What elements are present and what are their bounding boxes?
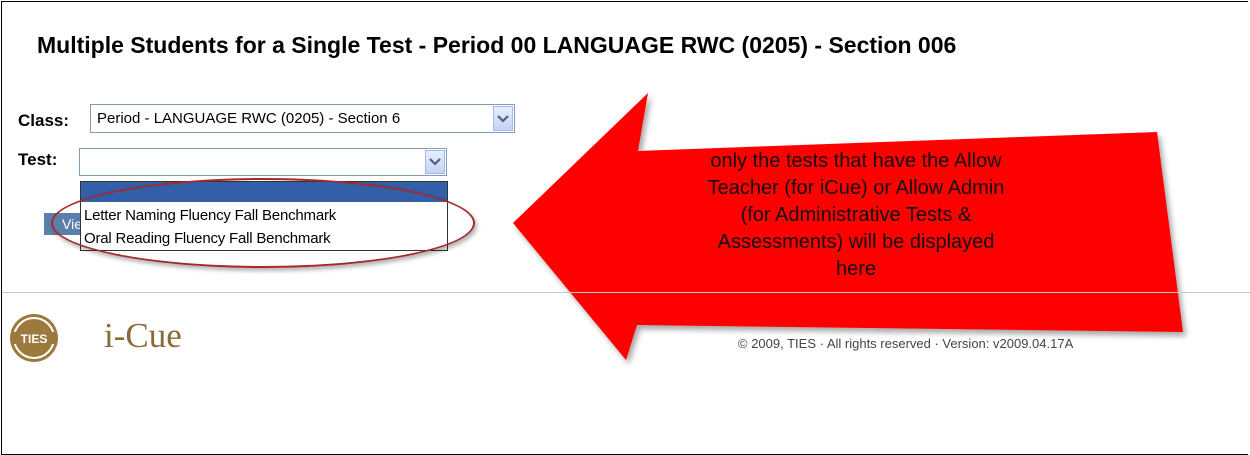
callout-text: only the tests that have the Allow Teach… [636,148,1076,283]
app-logo-text: i-Cue [104,316,182,355]
footer-divider [2,292,1250,293]
callout-line: Assessments) will be displayed [717,231,995,253]
ties-logo-icon: TIES [10,314,58,362]
logo-badge-text: TIES [21,332,48,346]
callout-line: (for Administrative Tests & [740,204,972,226]
callout-line: only the tests that have the Allow [710,150,1002,172]
callout-line: Teacher (for iCue) or Allow Admin [707,177,1005,199]
callout-line: here [835,258,877,280]
copyright-text: © 2009, TIES · All rights reserved · Ver… [738,336,1074,351]
